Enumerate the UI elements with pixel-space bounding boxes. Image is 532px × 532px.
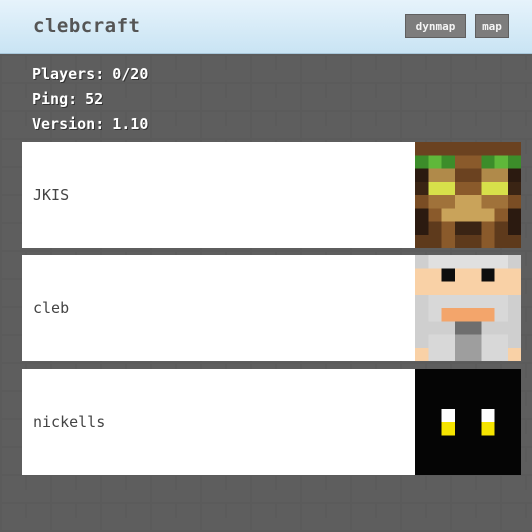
players-stat: Players: 0/20 bbox=[32, 62, 148, 87]
version-label: Version: bbox=[32, 115, 105, 133]
player-name: cleb bbox=[33, 299, 70, 317]
map-button[interactable]: map bbox=[475, 14, 509, 38]
header-bar: clebcraft dynmap map bbox=[0, 0, 532, 54]
ping-label: Ping: bbox=[32, 90, 78, 108]
version-value: 1.10 bbox=[112, 115, 149, 133]
ping-stat: Ping: 52 bbox=[32, 87, 148, 112]
server-stats: Players: 0/20 Ping: 52 Version: 1.10 bbox=[32, 62, 148, 137]
green-brown-skin-face-icon bbox=[415, 142, 521, 248]
dynmap-button[interactable]: dynmap bbox=[405, 14, 466, 38]
player-name: nickells bbox=[33, 413, 106, 431]
player-card[interactable]: JKIS bbox=[22, 142, 521, 248]
version-stat: Version: 1.10 bbox=[32, 112, 148, 137]
black-skin-face-icon bbox=[415, 369, 521, 475]
white-beard-skin-face-icon bbox=[415, 255, 521, 361]
player-name: JKIS bbox=[33, 186, 70, 204]
player-card[interactable]: cleb bbox=[22, 255, 521, 361]
server-title: clebcraft bbox=[33, 15, 141, 37]
player-card[interactable]: nickells bbox=[22, 369, 521, 475]
players-value: 0/20 bbox=[112, 65, 149, 83]
ping-value: 52 bbox=[85, 90, 104, 108]
players-label: Players: bbox=[32, 65, 105, 83]
